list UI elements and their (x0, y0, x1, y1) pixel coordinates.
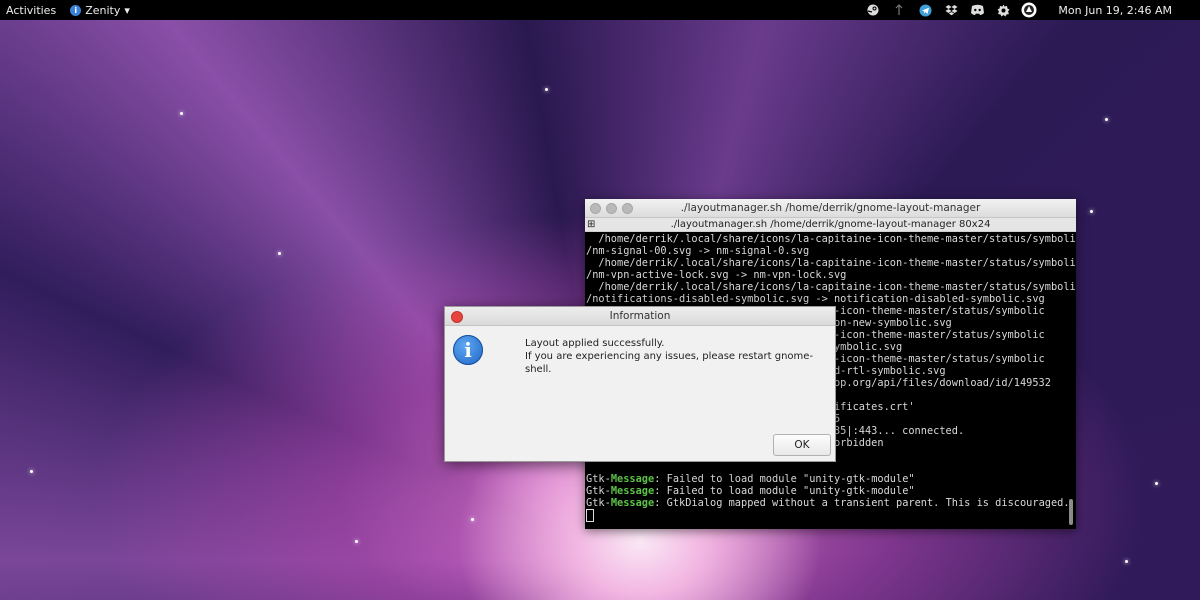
clock[interactable]: Mon Jun 19, 2:46 AM (1058, 4, 1172, 17)
dialog-titlebar[interactable]: Information (445, 307, 835, 326)
maximize-window-button[interactable] (622, 203, 633, 214)
star (1125, 560, 1128, 563)
terminal-line: /nm-signal-00.svg -> nm-signal-0.svg (586, 245, 810, 257)
star (278, 252, 281, 255)
activities-button[interactable]: Activities (0, 4, 62, 17)
telegram-icon[interactable] (917, 2, 933, 18)
gtk-message-tag: Message (610, 473, 655, 485)
terminal-scrollbar[interactable] (1069, 499, 1073, 525)
gtk-prefix: Gtk- (586, 497, 611, 509)
dialog-message-line2: If you are experiencing any issues, plea… (525, 351, 814, 375)
gtk-prefix: Gtk- (586, 473, 611, 485)
system-tray: Mon Jun 19, 2:46 AM (860, 0, 1200, 20)
gtk-message-text: : GtkDialog mapped without a transient p… (654, 497, 1070, 509)
star (545, 88, 548, 91)
terminal-tab[interactable]: ⊞ ./layoutmanager.sh /home/derrik/gnome-… (585, 218, 1076, 232)
dialog-title: Information (609, 310, 671, 322)
terminal-gtk-message-line: Gtk-Message: GtkDialog mapped without a … (586, 497, 1076, 509)
terminal-line: /notifications-disabled-symbolic.svg -> … (586, 293, 1045, 305)
network-icon[interactable] (891, 2, 907, 18)
chevron-down-icon: ▾ (124, 3, 130, 17)
gtk-message-text: : Failed to load module "unity-gtk-modul… (654, 485, 915, 497)
tab-menu-icon[interactable]: ⊞ (587, 219, 595, 230)
terminal-tab-title: ./layoutmanager.sh /home/derrik/gnome-la… (670, 219, 991, 230)
zenity-info-icon: i (70, 4, 82, 16)
ok-button[interactable]: OK (773, 434, 831, 456)
star (1105, 118, 1108, 121)
terminal-titlebar[interactable]: ./layoutmanager.sh /home/derrik/gnome-la… (585, 199, 1076, 218)
app-menu[interactable]: i Zenity ▾ (70, 4, 130, 17)
star (30, 470, 33, 473)
terminal-line: /home/derrik/.local/share/icons/la-capit… (586, 233, 1076, 245)
star (180, 112, 183, 115)
gtk-message-tag: Message (610, 497, 655, 509)
terminal-gtk-message-line: Gtk-Message: Failed to load module "unit… (586, 473, 1076, 485)
settings-puzzle-icon[interactable] (995, 2, 1011, 18)
gtk-message-tag: Message (610, 485, 655, 497)
star (1090, 210, 1093, 213)
dialog-message-line1: Layout applied successfully. (525, 338, 665, 349)
discord-icon[interactable] (969, 2, 985, 18)
star (355, 540, 358, 543)
terminal-gtk-message-line: Gtk-Message: Failed to load module "unit… (586, 485, 1076, 497)
dialog-message: Layout applied successfully. If you are … (525, 337, 835, 376)
steam-icon[interactable] (865, 2, 881, 18)
dropbox-icon[interactable] (943, 2, 959, 18)
terminal-prompt-line[interactable] (586, 509, 1076, 523)
information-dialog[interactable]: Information i Layout applied successfull… (444, 306, 836, 462)
terminal-line: /home/derrik/.local/share/icons/la-capit… (586, 257, 1076, 269)
terminal-cursor (586, 509, 594, 522)
star (471, 518, 474, 521)
minimize-window-button[interactable] (606, 203, 617, 214)
terminal-title: ./layoutmanager.sh /home/derrik/gnome-la… (680, 202, 981, 214)
close-window-button[interactable] (590, 203, 601, 214)
terminal-line: /home/derrik/.local/share/icons/la-capit… (586, 281, 1076, 293)
gtk-prefix: Gtk- (586, 485, 611, 497)
app-menu-label: Zenity (85, 3, 121, 17)
close-dialog-button[interactable] (451, 311, 463, 323)
window-controls (590, 203, 633, 214)
star (1155, 482, 1158, 485)
information-icon: i (453, 335, 483, 365)
terminal-line: /nm-vpn-active-lock.svg -> nm-vpn-lock.s… (586, 269, 847, 281)
top-bar: Activities i Zenity ▾ Mon Jun 19, 2:46 A… (0, 0, 1200, 20)
user-avatar-icon[interactable] (1021, 2, 1037, 18)
gtk-message-text: : Failed to load module "unity-gtk-modul… (654, 473, 915, 485)
